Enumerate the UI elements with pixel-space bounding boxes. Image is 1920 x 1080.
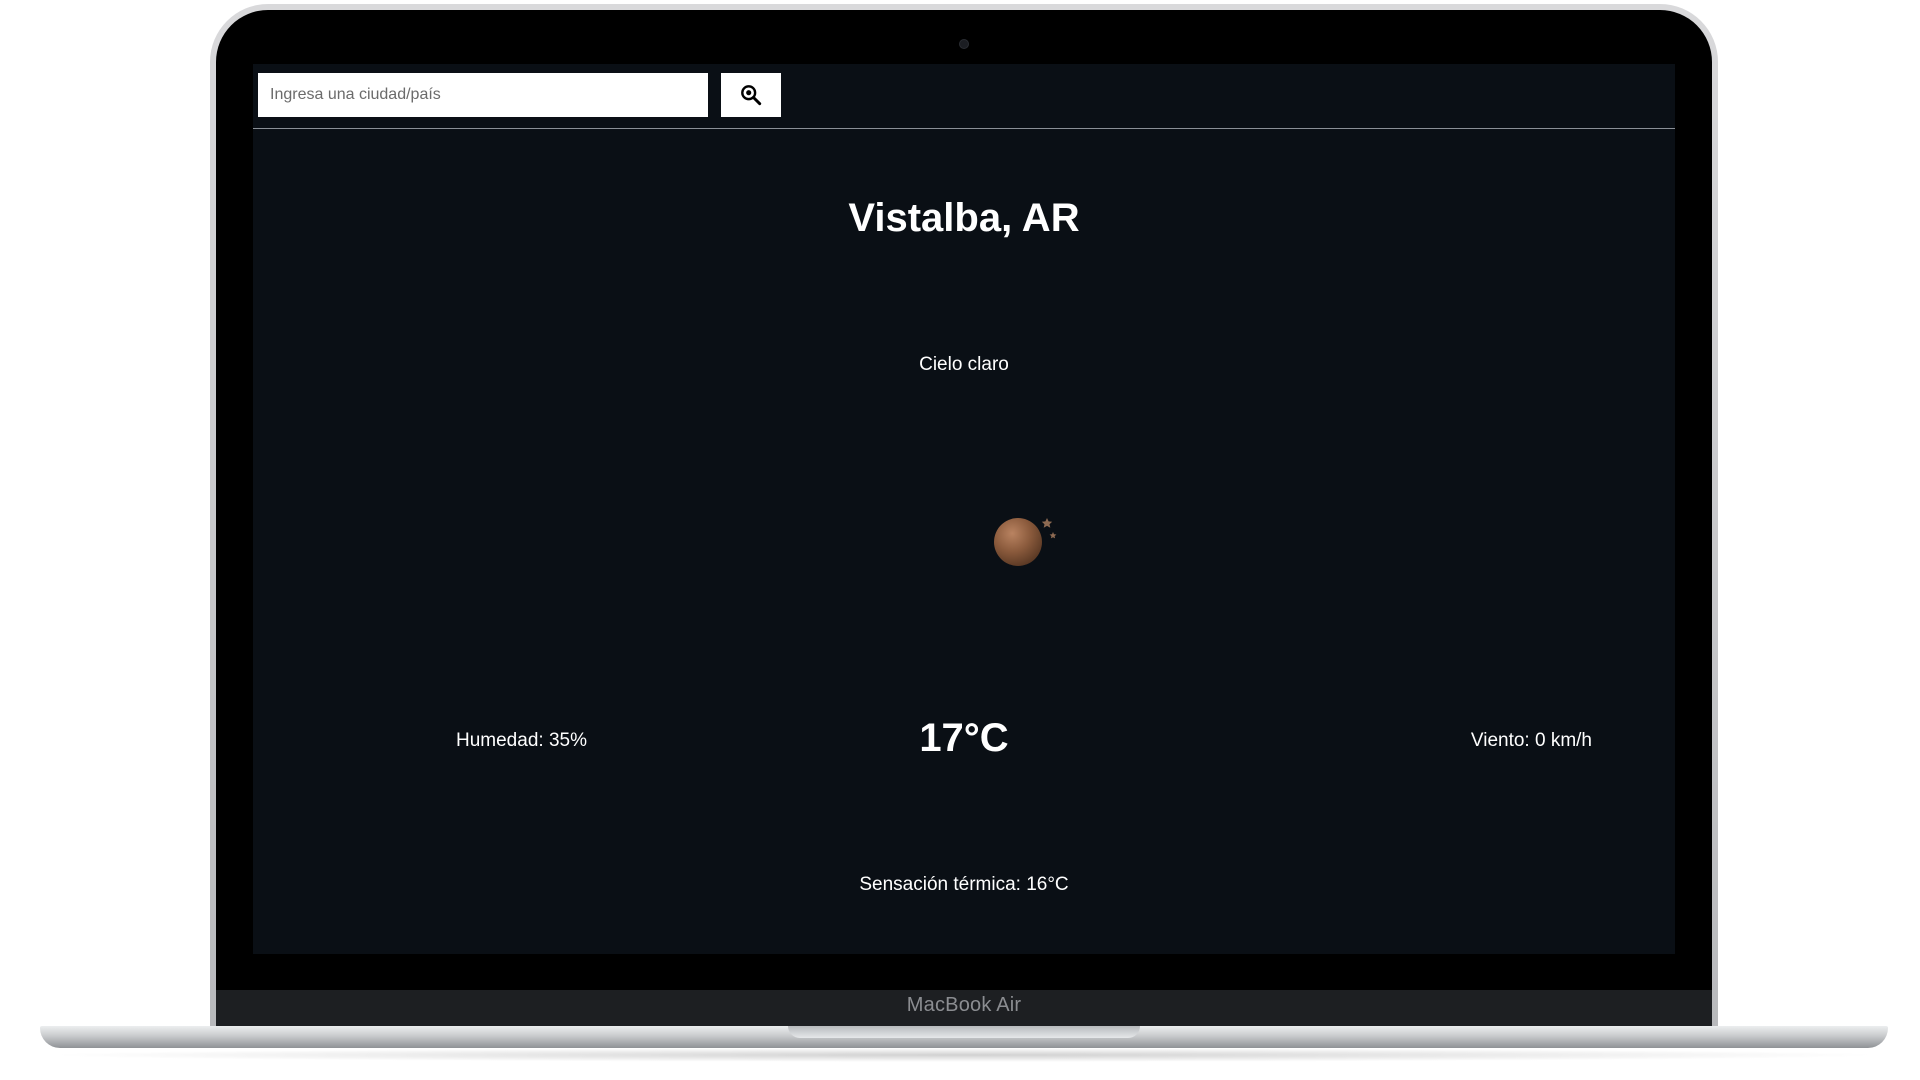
city-name: Vistalba, AR <box>848 196 1080 240</box>
weather-description: Cielo claro <box>919 354 1009 375</box>
clear-night-moon-icon <box>994 518 1057 566</box>
feels-like-reading: Sensación térmica: 16°C <box>859 874 1069 895</box>
laptop-opening-notch <box>788 1026 1140 1038</box>
temperature-reading: 17°C <box>919 716 1009 760</box>
laptop-shadow <box>40 1048 1888 1062</box>
magnifier-icon <box>741 85 762 106</box>
wind-reading: Viento: 0 km/h <box>1470 730 1592 751</box>
webcam-icon <box>960 40 968 48</box>
search-button[interactable] <box>721 73 781 117</box>
device-label: MacBook Air <box>906 994 1022 1016</box>
weather-app-screen: Vistalba, AR Cielo claro Humedad: 35% 17… <box>253 64 1675 954</box>
screenshot-stage: Vistalba, AR Cielo claro Humedad: 35% 17… <box>0 0 1920 1080</box>
city-search-input[interactable] <box>258 73 708 117</box>
search-bar <box>253 64 1675 129</box>
